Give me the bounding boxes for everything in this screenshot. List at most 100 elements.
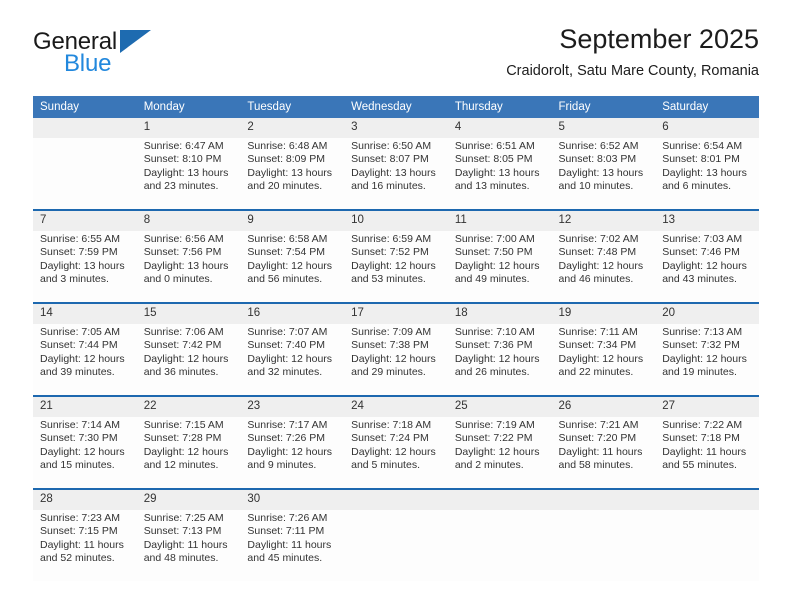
- day-number[interactable]: 23: [240, 397, 345, 417]
- day-number[interactable]: 27: [655, 397, 759, 417]
- sunrise-text: Sunrise: 7:11 AM: [558, 326, 638, 338]
- day-cell[interactable]: Sunrise: 6:56 AM Sunset: 7:56 PM Daylight:…: [136, 231, 241, 302]
- day-cell[interactable]: Sunrise: 7:02 AM Sunset: 7:48 PM Daylight:…: [551, 231, 656, 302]
- sunset-text: Sunset: 7:48 PM: [558, 246, 637, 259]
- sunset-text: Sunset: 7:11 PM: [247, 525, 325, 538]
- day-number[interactable]: 3: [344, 118, 448, 138]
- day-cell[interactable]: Sunrise: 6:59 AM Sunset: 7:52 PM Daylight:…: [344, 231, 448, 302]
- day-number[interactable]: 12: [551, 211, 656, 231]
- day-cell[interactable]: Sunrise: 6:51 AM Sunset: 8:05 PM Daylight:…: [447, 138, 552, 209]
- calendar-body: 1 2 3 4 5 6 Sunrise: 6:47 AM Sunset: 8:10 PM Day…: [33, 118, 759, 581]
- day-cell[interactable]: Sunrise: 6:58 AM Sunset: 7:54 PM Daylight:…: [240, 231, 345, 302]
- daylight-text-line1: Daylight: 12 hours: [247, 352, 333, 365]
- day-number[interactable]: 17: [344, 304, 448, 324]
- day-number[interactable]: 20: [655, 304, 759, 324]
- day-number[interactable]: 5: [551, 118, 656, 138]
- day-cell[interactable]: Sunrise: 7:00 AM Sunset: 7:50 PM Daylight:…: [447, 231, 552, 302]
- day-number[interactable]: 14: [33, 304, 137, 324]
- day-number[interactable]: 16: [240, 304, 345, 324]
- day-number[interactable]: 9: [240, 211, 345, 231]
- day-cell[interactable]: Sunrise: 7:07 AM Sunset: 7:40 PM Daylight:…: [240, 324, 345, 395]
- day-cell[interactable]: Sunrise: 7:09 AM Sunset: 7:38 PM Daylight:…: [344, 324, 448, 395]
- day-number[interactable]: 22: [136, 397, 241, 417]
- daylight-text-line1: Daylight: 12 hours: [247, 445, 333, 458]
- sunset-text: Sunset: 7:34 PM: [558, 339, 637, 352]
- day-number[interactable]: 15: [136, 304, 241, 324]
- daylight-text-line2: and 12 minutes.: [143, 459, 219, 472]
- day-cell[interactable]: Sunrise: 7:06 AM Sunset: 7:42 PM Daylight:…: [136, 324, 241, 395]
- sunrise-text: Sunrise: 7:15 AM: [143, 419, 224, 431]
- day-cell[interactable]: Sunrise: 7:13 AM Sunset: 7:32 PM Daylight:…: [655, 324, 759, 395]
- daylight-text-line1: Daylight: 13 hours: [247, 166, 333, 179]
- daylight-text-line2: and 58 minutes.: [558, 459, 634, 472]
- day-cell[interactable]: Sunrise: 6:50 AM Sunset: 8:07 PM Daylight:…: [344, 138, 448, 209]
- day-cell[interactable]: Sunrise: 7:22 AM Sunset: 7:18 PM Daylight:…: [655, 417, 759, 488]
- day-cell-empty: [447, 510, 552, 581]
- day-number[interactable]: 4: [447, 118, 552, 138]
- weekday-header-friday: Friday: [551, 96, 656, 118]
- daylight-text-line1: Daylight: 11 hours: [247, 538, 332, 551]
- day-cell[interactable]: Sunrise: 6:48 AM Sunset: 8:09 PM Daylight:…: [240, 138, 345, 209]
- sunrise-text: Sunrise: 7:14 AM: [40, 419, 120, 431]
- day-number[interactable]: 30: [240, 490, 345, 510]
- sunset-text: Sunset: 8:10 PM: [143, 153, 222, 166]
- day-number-empty: [551, 490, 656, 510]
- day-number[interactable]: 19: [551, 304, 656, 324]
- day-cell[interactable]: Sunrise: 7:19 AM Sunset: 7:22 PM Daylight:…: [447, 417, 552, 488]
- day-number[interactable]: 21: [33, 397, 137, 417]
- day-number[interactable]: 29: [136, 490, 241, 510]
- day-number[interactable]: 24: [344, 397, 448, 417]
- day-cell[interactable]: Sunrise: 6:54 AM Sunset: 8:01 PM Daylight:…: [655, 138, 759, 209]
- daylight-text-line2: and 5 minutes.: [351, 459, 420, 472]
- day-cell[interactable]: Sunrise: 7:11 AM Sunset: 7:34 PM Daylight:…: [551, 324, 656, 395]
- sunrise-text: Sunrise: 6:56 AM: [143, 233, 224, 245]
- day-number[interactable]: 1: [136, 118, 241, 138]
- day-number[interactable]: 25: [447, 397, 552, 417]
- day-detail-row: Sunrise: 6:55 AM Sunset: 7:59 PM Daylight:…: [33, 231, 759, 302]
- day-number[interactable]: 6: [655, 118, 759, 138]
- day-cell[interactable]: Sunrise: 7:05 AM Sunset: 7:44 PM Daylight:…: [33, 324, 137, 395]
- weekday-header-monday: Monday: [136, 96, 241, 118]
- calendar-page: General Blue September 2025 Craidorolt, …: [0, 0, 792, 612]
- day-number[interactable]: 13: [655, 211, 759, 231]
- sunrise-text: Sunrise: 7:18 AM: [351, 419, 432, 431]
- day-number[interactable]: 8: [136, 211, 241, 231]
- day-number[interactable]: 26: [551, 397, 656, 417]
- daylight-text-line1: Daylight: 12 hours: [558, 352, 644, 365]
- sunrise-text: Sunrise: 6:59 AM: [351, 233, 432, 245]
- day-cell[interactable]: Sunrise: 7:03 AM Sunset: 7:46 PM Daylight:…: [655, 231, 759, 302]
- day-cell[interactable]: Sunrise: 6:47 AM Sunset: 8:10 PM Daylight:…: [136, 138, 241, 209]
- daylight-text-line2: and 32 minutes.: [247, 366, 323, 379]
- sunrise-text: Sunrise: 6:47 AM: [143, 140, 224, 152]
- day-cell[interactable]: Sunrise: 7:18 AM Sunset: 7:24 PM Daylight:…: [344, 417, 448, 488]
- day-cell[interactable]: Sunrise: 7:23 AM Sunset: 7:15 PM Daylight:…: [33, 510, 137, 581]
- weekday-header-thursday: Thursday: [447, 96, 552, 118]
- day-detail-row: Sunrise: 7:14 AM Sunset: 7:30 PM Daylight:…: [33, 417, 759, 488]
- day-number[interactable]: 28: [33, 490, 137, 510]
- day-cell[interactable]: Sunrise: 6:55 AM Sunset: 7:59 PM Daylight:…: [33, 231, 137, 302]
- sunset-text: Sunset: 7:20 PM: [558, 432, 637, 445]
- day-number[interactable]: 7: [33, 211, 137, 231]
- day-cell[interactable]: Sunrise: 7:17 AM Sunset: 7:26 PM Daylight:…: [240, 417, 345, 488]
- day-cell[interactable]: Sunrise: 7:21 AM Sunset: 7:20 PM Daylight:…: [551, 417, 656, 488]
- date-number-row: 28 29 30: [33, 490, 759, 510]
- day-cell[interactable]: Sunrise: 7:26 AM Sunset: 7:11 PM Daylight:…: [240, 510, 345, 581]
- daylight-text-line2: and 2 minutes.: [454, 459, 524, 472]
- daylight-text-line1: Daylight: 12 hours: [558, 259, 644, 272]
- day-number[interactable]: 11: [447, 211, 552, 231]
- day-number-empty: [33, 118, 137, 138]
- day-cell[interactable]: Sunrise: 7:15 AM Sunset: 7:28 PM Daylight:…: [136, 417, 241, 488]
- day-cell[interactable]: Sunrise: 7:10 AM Sunset: 7:36 PM Daylight:…: [447, 324, 552, 395]
- daylight-text-line1: Daylight: 13 hours: [143, 166, 229, 179]
- day-cell[interactable]: Sunrise: 7:25 AM Sunset: 7:13 PM Daylight:…: [136, 510, 241, 581]
- daylight-text-line2: and 56 minutes.: [247, 273, 323, 286]
- day-number[interactable]: 10: [344, 211, 448, 231]
- daylight-text-line1: Daylight: 13 hours: [662, 166, 747, 179]
- day-number[interactable]: 18: [447, 304, 552, 324]
- day-cell[interactable]: Sunrise: 6:52 AM Sunset: 8:03 PM Daylight:…: [551, 138, 656, 209]
- day-number[interactable]: 2: [240, 118, 345, 138]
- sunrise-text: Sunrise: 7:07 AM: [247, 326, 328, 338]
- day-cell[interactable]: Sunrise: 7:14 AM Sunset: 7:30 PM Daylight:…: [33, 417, 137, 488]
- daylight-text-line2: and 10 minutes.: [558, 180, 634, 193]
- sunrise-text: Sunrise: 6:58 AM: [247, 233, 328, 245]
